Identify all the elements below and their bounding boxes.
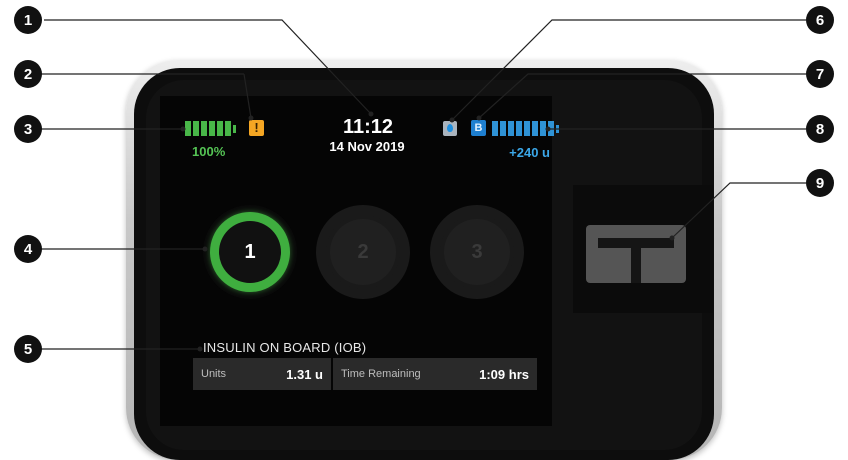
callout-6: 6 bbox=[806, 6, 834, 34]
callout-7: 7 bbox=[806, 60, 834, 88]
callout-8: 8 bbox=[806, 115, 834, 143]
callout-9: 9 bbox=[806, 169, 834, 197]
callout-5: 5 bbox=[14, 335, 42, 363]
callout-4: 4 bbox=[14, 235, 42, 263]
callout-3: 3 bbox=[14, 115, 42, 143]
callout-1: 1 bbox=[14, 6, 42, 34]
callout-lines bbox=[40, 19, 806, 352]
callout-2: 2 bbox=[14, 60, 42, 88]
